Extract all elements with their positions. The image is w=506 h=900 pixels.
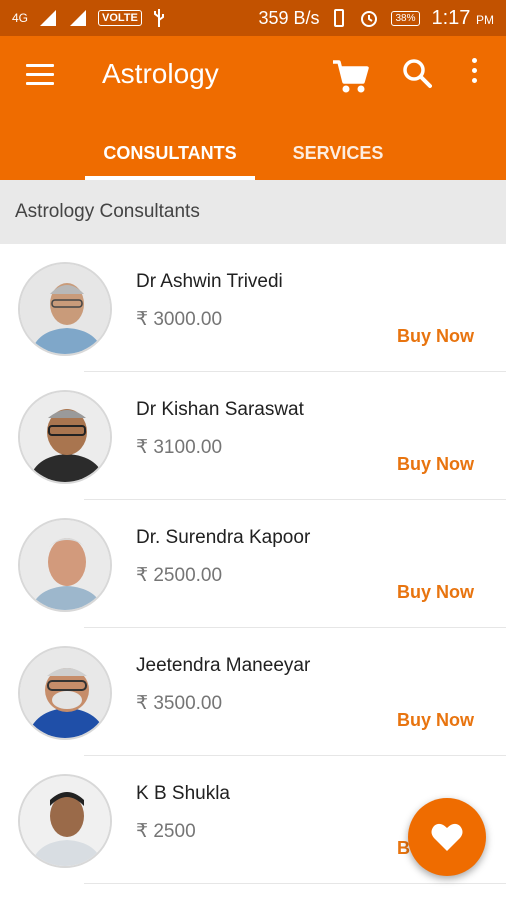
network-type-label: 4G [12, 11, 29, 25]
tab-services-label: SERVICES [292, 142, 384, 163]
list-item[interactable]: Dr. Surendra Kapoor ₹ 2500.00 Buy Now [0, 500, 506, 628]
avatar[interactable] [18, 774, 112, 868]
consultant-list: Dr Ashwin Trivedi ₹ 3000.00 Buy Now Dr K… [0, 244, 506, 884]
usb-icon [153, 9, 164, 27]
tab-services[interactable]: SERVICES [255, 126, 421, 180]
favorite-fab[interactable] [408, 798, 486, 876]
signal-icon [40, 10, 57, 26]
person-photo-icon [20, 648, 110, 738]
person-photo-icon [20, 392, 110, 482]
section-header: Astrology Consultants [0, 180, 506, 244]
avatar[interactable] [18, 262, 112, 356]
person-photo-icon [20, 776, 110, 866]
avatar[interactable] [18, 390, 112, 484]
buy-now-button[interactable]: Buy Now [397, 326, 474, 347]
consultant-price: ₹ 3100.00 [136, 437, 223, 458]
consultant-name: K B Shukla [136, 783, 230, 804]
network-speed: 359 B/s [258, 7, 320, 28]
tab-consultants-label: CONSULTANTS [103, 142, 237, 163]
buy-now-button[interactable]: Buy Now [397, 582, 474, 603]
divider [84, 883, 506, 884]
alarm-icon [361, 11, 378, 27]
list-item[interactable]: Jeetendra Maneeyar ₹ 3500.00 Buy Now [0, 628, 506, 756]
status-bar: 4G VOLTE 359 B/s 38% 1:17 PM [0, 0, 506, 36]
consultant-name: Dr Kishan Saraswat [136, 399, 304, 420]
volte-badge: VOLTE [98, 10, 142, 26]
menu-icon[interactable] [26, 64, 54, 88]
person-photo-icon [20, 264, 110, 354]
time-value: 1:17 [431, 6, 471, 29]
consultant-price: ₹ 3000.00 [136, 309, 223, 330]
tab-consultants[interactable]: CONSULTANTS [85, 126, 255, 180]
buy-now-button[interactable]: Buy Now [397, 710, 474, 731]
buy-now-button[interactable]: Buy Now [397, 454, 474, 475]
consultant-name: Dr. Surendra Kapoor [136, 527, 311, 548]
avatar[interactable] [18, 646, 112, 740]
list-item[interactable]: Dr Ashwin Trivedi ₹ 3000.00 Buy Now [0, 244, 506, 372]
consultant-price: ₹ 3500.00 [136, 693, 223, 714]
consultant-price: ₹ 2500 [136, 821, 196, 842]
person-photo-icon [20, 520, 110, 610]
consultant-price: ₹ 2500.00 [136, 565, 223, 586]
battery-indicator: 38% [391, 10, 420, 26]
time-ampm: PM [476, 12, 494, 27]
vibrate-icon [334, 9, 345, 27]
search-icon[interactable] [402, 58, 432, 90]
consultant-name: Dr Ashwin Trivedi [136, 271, 283, 292]
signal-icon-2 [70, 10, 87, 26]
app-toolbar: Astrology CONSULTANTS SERVICES [0, 36, 506, 180]
list-item[interactable]: Dr Kishan Saraswat ₹ 3100.00 Buy Now [0, 372, 506, 500]
consultant-name: Jeetendra Maneeyar [136, 655, 311, 676]
status-time: 1:17 PM [432, 7, 495, 30]
tab-bar: CONSULTANTS SERVICES [0, 126, 506, 180]
avatar[interactable] [18, 518, 112, 612]
cart-icon[interactable] [330, 56, 370, 96]
app-title: Astrology [102, 58, 219, 89]
more-options-icon[interactable] [466, 58, 482, 90]
heart-icon [431, 823, 463, 851]
